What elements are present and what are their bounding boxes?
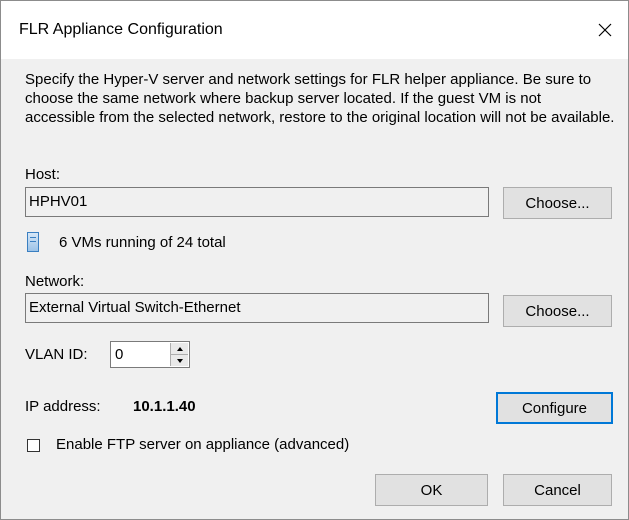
ftp-checkbox-label[interactable]: Enable FTP server on appliance (advanced… bbox=[56, 436, 349, 453]
ftp-checkbox[interactable] bbox=[27, 439, 40, 452]
network-choose-button[interactable]: Choose... bbox=[503, 295, 612, 327]
vlan-spin-buttons bbox=[170, 343, 188, 366]
network-label: Network: bbox=[25, 273, 85, 290]
server-icon bbox=[27, 232, 39, 252]
vm-status-text: 6 VMs running of 24 total bbox=[59, 234, 226, 251]
network-field[interactable]: External Virtual Switch-Ethernet bbox=[25, 293, 489, 323]
title-bar: FLR Appliance Configuration bbox=[1, 1, 628, 59]
vlan-id-value[interactable]: 0 bbox=[115, 346, 123, 363]
spin-down-button[interactable] bbox=[171, 355, 188, 366]
description-text: Specify the Hyper-V server and network s… bbox=[25, 71, 615, 126]
vlan-id-stepper[interactable]: 0 bbox=[110, 341, 190, 368]
arrow-up-icon bbox=[176, 346, 183, 351]
close-icon bbox=[598, 23, 612, 37]
flr-appliance-dialog: FLR Appliance Configuration Specify the … bbox=[0, 0, 629, 520]
cancel-button[interactable]: Cancel bbox=[503, 474, 612, 506]
ip-address-label: IP address: bbox=[25, 398, 101, 415]
host-label: Host: bbox=[25, 166, 61, 183]
host-field[interactable]: HPHV01 bbox=[25, 187, 489, 217]
host-choose-button[interactable]: Choose... bbox=[503, 187, 612, 219]
configure-button[interactable]: Configure bbox=[496, 392, 613, 424]
close-button[interactable] bbox=[588, 13, 622, 47]
dialog-title: FLR Appliance Configuration bbox=[19, 21, 223, 38]
spin-up-button[interactable] bbox=[171, 343, 188, 355]
ok-button[interactable]: OK bbox=[375, 474, 488, 506]
vlan-label: VLAN ID: bbox=[25, 346, 88, 363]
ip-address-value: 10.1.1.40 bbox=[133, 398, 196, 415]
arrow-down-icon bbox=[176, 358, 183, 363]
